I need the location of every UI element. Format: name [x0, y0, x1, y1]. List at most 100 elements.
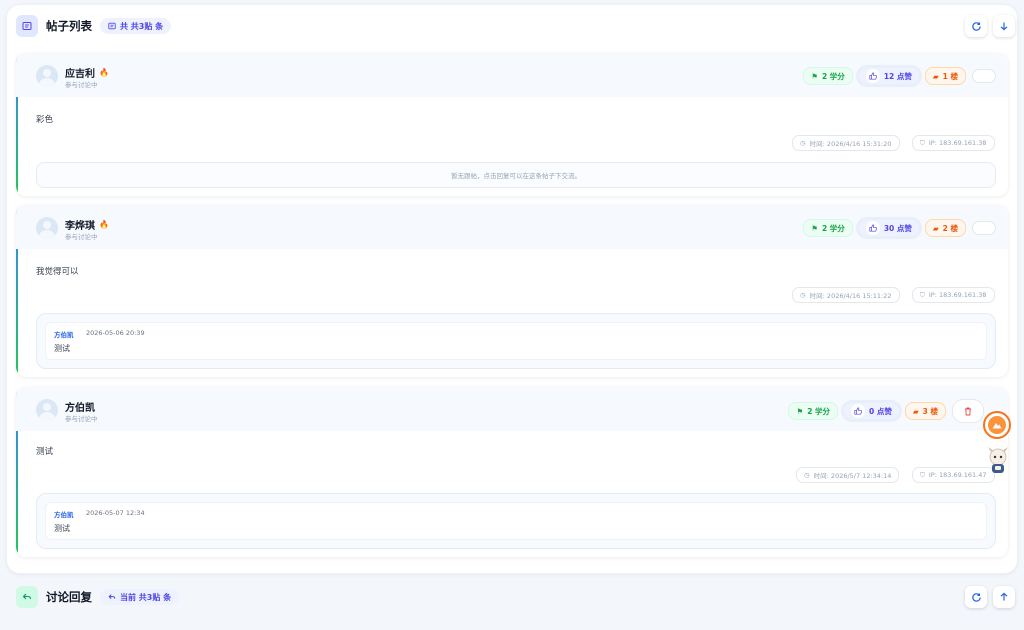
- refresh-posts-button[interactable]: [965, 15, 987, 37]
- layers-icon: ▰: [932, 223, 939, 233]
- floor-label: 1 楼: [942, 71, 958, 81]
- reply-user[interactable]: 方伯凯: [54, 509, 74, 519]
- shield-icon: ⛉: [920, 138, 925, 147]
- avatar: [36, 399, 58, 421]
- clock-icon: ◷: [800, 139, 806, 147]
- post-card: 李烨琪 🔥 参与讨论中 ⚑ 2 学分 30 点赞 ▰ 2 楼 我觉得可以 ◷ 时间: 2…: [16, 205, 1008, 377]
- flag-icon: ⚑: [796, 406, 804, 416]
- list-icon: [16, 15, 38, 37]
- reply-section-header: 讨论回复 当前 共3贴 条: [16, 586, 180, 608]
- post-status: 参与讨论中: [65, 415, 98, 423]
- reply-text: 测试: [54, 344, 70, 353]
- layers-icon: ▰: [932, 71, 939, 81]
- trash-icon: [965, 407, 971, 415]
- time-label: 时间: 2026/4/16 15:11:22: [809, 292, 892, 300]
- flag-icon: ⚑: [811, 71, 818, 81]
- clock-icon: ◷: [804, 471, 810, 479]
- post-content: 我觉得可以: [36, 267, 79, 277]
- arrow-down-icon: [1000, 22, 1008, 31]
- reply-user[interactable]: 方伯凯: [54, 329, 74, 339]
- posts-section-title: 帖子列表: [46, 19, 92, 33]
- author-name: 方伯凯: [65, 403, 95, 414]
- action-slot[interactable]: [972, 221, 996, 235]
- floor-label: 2 楼: [942, 223, 958, 233]
- post-badges: ⚑ 2 学分 30 点赞 ▰ 2 楼: [803, 219, 996, 237]
- ip-label: IP: 183.69.161.38: [928, 291, 987, 299]
- mascot-icon[interactable]: [984, 446, 1012, 476]
- clock-icon: ◷: [800, 291, 806, 299]
- author-name: 应吉利: [65, 69, 95, 80]
- post-ip: ⛉ IP: 183.69.161.47: [912, 467, 995, 483]
- post-status: 参与讨论中: [65, 233, 98, 241]
- like-button[interactable]: 30 点赞: [858, 220, 919, 236]
- scroll-up-button[interactable]: [993, 586, 1015, 608]
- post-content: 测试: [36, 447, 54, 457]
- reply-time: 2026-05-06 20:39: [86, 329, 145, 337]
- ip-label: IP: 183.69.161.38: [928, 139, 987, 147]
- thumbs-up-icon: [865, 69, 880, 83]
- floor-badge: ▰ 2 楼: [924, 219, 966, 237]
- author-name: 李烨琪: [65, 221, 95, 232]
- layers-icon: ▰: [912, 406, 919, 416]
- post-author: 李烨琪 🔥: [65, 217, 109, 232]
- score-label: 2 学分: [821, 71, 845, 81]
- post-status: 参与讨论中: [65, 81, 98, 89]
- post-badges: ⚑ 2 学分 12 点赞 ▰ 1 楼: [803, 67, 996, 85]
- like-count: 12 点赞: [883, 71, 912, 81]
- list-icon: [108, 22, 116, 30]
- floor-badge: ▰ 3 楼: [904, 402, 946, 420]
- post-ip: ⛉ IP: 183.69.161.38: [912, 287, 995, 303]
- reply-time: 2026-05-07 12:34: [86, 509, 145, 517]
- reply-section-title: 讨论回复: [46, 590, 92, 604]
- arrow-up-icon: [1000, 592, 1008, 601]
- delete-button[interactable]: [952, 399, 984, 423]
- time-label: 时间: 2026/5/7 12:34:14: [813, 472, 892, 480]
- post-time: ◷ 时间: 2026/5/7 12:34:14: [796, 467, 900, 483]
- reply-item: 方伯凯 2026-05-06 20:39 测试: [45, 322, 987, 360]
- reply-item: 方伯凯 2026-05-07 12:34 测试: [45, 502, 987, 540]
- thumbs-up-icon: [865, 221, 880, 235]
- ip-label: IP: 183.69.161.47: [928, 471, 987, 479]
- time-label: 时间: 2026/4/16 15:31:20: [809, 140, 892, 148]
- avatar: [36, 65, 58, 87]
- like-count: 30 点赞: [883, 223, 912, 233]
- post-card: 方伯凯 参与讨论中 ⚑ 2 学分 0 点赞 ▰ 3 楼 测试 ◷ 时间: 2026/5…: [16, 387, 1008, 557]
- score-badge: ⚑ 2 学分: [788, 402, 839, 420]
- avatar: [36, 217, 58, 239]
- shield-icon: ⛉: [920, 470, 925, 479]
- like-count: 0 点赞: [869, 406, 892, 416]
- post-content: 彩色: [36, 115, 54, 125]
- thumbs-up-icon: [851, 404, 866, 418]
- post-time: ◷ 时间: 2026/4/16 15:11:22: [792, 287, 900, 303]
- shield-icon: ⛉: [920, 290, 925, 299]
- mountain-icon: [988, 416, 1006, 434]
- like-button[interactable]: 0 点赞: [844, 403, 899, 419]
- action-slot[interactable]: [972, 69, 996, 83]
- like-button[interactable]: 12 点赞: [858, 68, 919, 84]
- floor-label: 3 楼: [922, 406, 938, 416]
- reply-arrow-icon: [16, 586, 38, 608]
- reply-list: 方伯凯 2026-05-07 12:34 测试: [36, 493, 996, 549]
- empty-reply-notice: 暂无跟帖，点击回复可以在这条帖子下交流。: [36, 162, 996, 188]
- post-author: 应吉利 🔥: [65, 65, 109, 80]
- refresh-replies-button[interactable]: [965, 586, 987, 608]
- assistant-float-button[interactable]: [983, 411, 1011, 439]
- reply-count-badge: 当前 共3贴 条: [100, 589, 180, 605]
- reply-count-label: 当前 共3贴 条: [120, 592, 172, 602]
- post-card: 应吉利 🔥 参与讨论中 ⚑ 2 学分 12 点赞 ▰ 1 楼 彩色 ◷ 时间: 2026…: [16, 53, 1008, 196]
- flame-icon: 🔥: [99, 68, 109, 77]
- post-badges: ⚑ 2 学分 0 点赞 ▰ 3 楼: [788, 399, 984, 423]
- posts-count-label: 共 共3贴 条: [120, 21, 164, 31]
- reply-list: 方伯凯 2026-05-06 20:39 测试: [36, 313, 996, 369]
- refresh-icon: [971, 21, 981, 31]
- flame-icon: 🔥: [99, 220, 109, 229]
- reply-text: 测试: [54, 524, 70, 533]
- post-time: ◷ 时间: 2026/4/16 15:31:20: [792, 135, 900, 151]
- post-ip: ⛉ IP: 183.69.161.38: [912, 135, 995, 151]
- floor-badge: ▰ 1 楼: [924, 67, 966, 85]
- scroll-down-button[interactable]: [993, 15, 1015, 37]
- score-badge: ⚑ 2 学分: [803, 219, 853, 237]
- score-label: 2 学分: [821, 223, 845, 233]
- post-author: 方伯凯: [65, 399, 95, 414]
- refresh-icon: [971, 592, 981, 602]
